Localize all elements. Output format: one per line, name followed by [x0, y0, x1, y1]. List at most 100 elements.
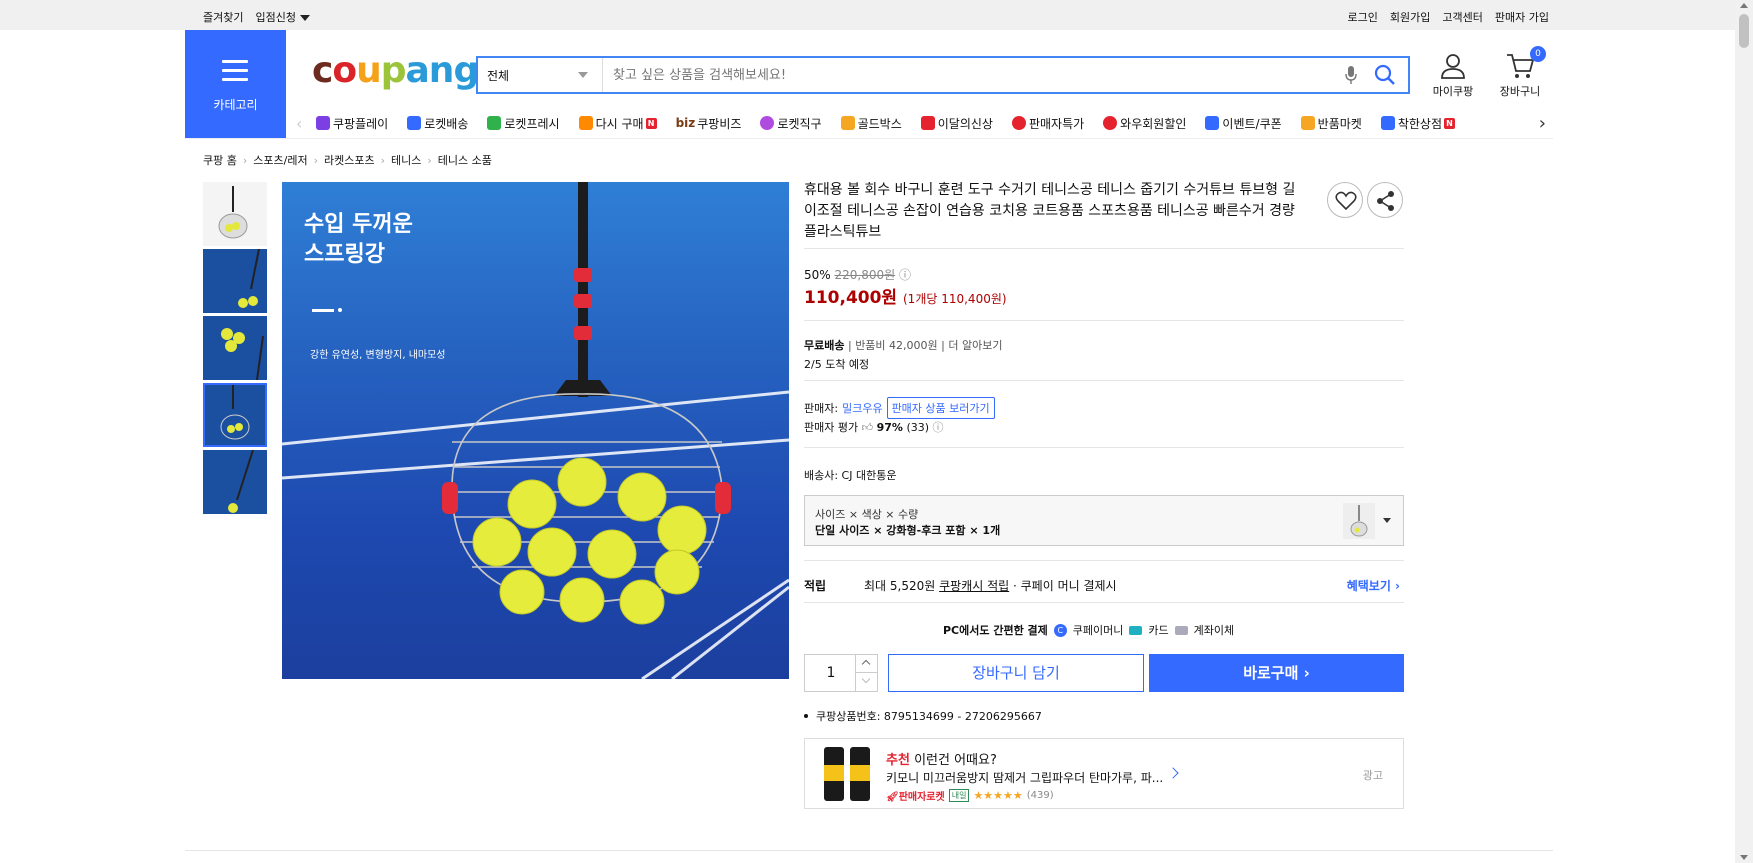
nav-item-good-store[interactable]: 착한상점 N: [1380, 115, 1456, 132]
info-icon[interactable]: ⓘ: [899, 268, 911, 282]
breadcrumb-item[interactable]: 스포츠/레저: [253, 152, 307, 168]
reward-row: 적립 최대 5,520원 쿠팡캐시 적립 · 쿠페이 머니 결제시 혜택보기 ›: [804, 577, 1404, 594]
nav-item-label: 쿠팡비즈: [697, 116, 742, 131]
nav-item-coupang-biz[interactable]: biz 쿠팡비즈: [676, 115, 742, 132]
nav-item-goldbox[interactable]: 골드박스: [840, 115, 902, 132]
play-icon: [316, 116, 330, 130]
option-label: 사이즈 × 색상 × 수량: [815, 508, 919, 521]
nav-item-coupang-play[interactable]: 쿠팡플레이: [316, 115, 388, 132]
basket-icon: [578, 116, 593, 130]
coupang-logo[interactable]: coupang: [312, 50, 479, 91]
breadcrumb-item[interactable]: 라켓스포츠: [324, 152, 375, 168]
product-thumbnail-selected[interactable]: [203, 383, 267, 447]
wishlist-button[interactable]: [1327, 182, 1363, 218]
option-thumbnail: [1343, 503, 1375, 539]
search-category-select[interactable]: 전체: [478, 58, 603, 92]
search-input[interactable]: [603, 58, 1344, 92]
add-to-cart-button[interactable]: 장바구니 담기: [888, 654, 1144, 692]
coupay-icon: C: [1053, 623, 1067, 637]
nav-item-rocket-delivery[interactable]: 로켓배송: [407, 115, 468, 132]
decor-dash: [312, 309, 334, 312]
customer-center-link[interactable]: 고객센터: [1442, 9, 1482, 25]
breadcrumb-item[interactable]: 테니스 소품: [438, 152, 492, 168]
benefits-link[interactable]: 혜택보기 ›: [1347, 577, 1400, 594]
arrival-date: 2/5 도착 예정: [804, 358, 870, 371]
top-utility-bar: 즐겨찾기 입점신청 로그인 회원가입 고객센터 판매자 가입: [0, 0, 1735, 30]
ad-product-name[interactable]: 키모니 미끄러움방지 땀제거 그립파우더 탄마가루, 파...: [886, 769, 1163, 786]
user-icon: [1441, 54, 1465, 79]
ad-tag: 광고: [1362, 769, 1383, 782]
product-thumbnail[interactable]: [203, 249, 267, 313]
coupang-cash-link[interactable]: 쿠팡캐시 적립: [939, 577, 1009, 594]
chevron-right-icon[interactable]: [1167, 767, 1179, 779]
nav-next-icon[interactable]: ›: [1539, 113, 1546, 134]
nav-item-events-coupons[interactable]: 이벤트/쿠폰: [1205, 115, 1282, 132]
category-menu-button[interactable]: 카테고리: [185, 30, 286, 138]
seller-name-link[interactable]: 밀크우유: [842, 400, 882, 416]
learn-more-link[interactable]: 더 알아보기: [948, 339, 1002, 352]
divider: [804, 447, 1404, 448]
free-shipping-label: 무료배송: [804, 339, 845, 352]
scroll-up-arrow-icon[interactable]: [1740, 3, 1748, 8]
nav-item-label: 와우회원할인: [1120, 116, 1187, 131]
bookmark-link[interactable]: 즐겨찾기: [203, 9, 243, 25]
microphone-icon[interactable]: [1344, 65, 1358, 85]
nav-item-label: 골드박스: [857, 116, 902, 131]
search-icon[interactable]: [1374, 64, 1396, 86]
nav-prev-icon[interactable]: ‹: [296, 114, 316, 133]
sale-price-row: 110,400원 (1개당 110,400원): [804, 283, 1007, 308]
scroll-down-arrow-icon[interactable]: [1740, 855, 1748, 860]
my-coupang-button[interactable]: 마이쿠팡: [1428, 52, 1478, 99]
quantity-input[interactable]: 1: [805, 655, 857, 691]
cart-button[interactable]: 장바구니 0: [1494, 46, 1546, 99]
nav-item-rocket-global[interactable]: 로켓직구: [760, 115, 822, 132]
new-badge: N: [1444, 117, 1456, 129]
shipping-info: 무료배송 | 반품비 42,000원 | 더 알아보기: [804, 339, 1003, 352]
page-scrollbar[interactable]: [1735, 0, 1753, 863]
thumbs-up-icon: 👍︎: [861, 421, 877, 434]
nav-item-label: 이벤트/쿠폰: [1222, 116, 1282, 131]
nav-item-return-market[interactable]: 반품마켓: [1300, 115, 1362, 132]
quantity-stepper: 1: [804, 654, 878, 692]
seller-apply-menu[interactable]: 입점신청: [255, 9, 310, 25]
info-icon[interactable]: ⓘ: [933, 421, 944, 434]
seller-label: 판매자:: [804, 402, 839, 415]
scrollbar-thumb[interactable]: [1739, 14, 1749, 48]
nav-item-new-this-month[interactable]: 이달의신상: [920, 115, 993, 132]
share-icon: [1377, 191, 1394, 211]
hamburger-icon: [222, 60, 248, 81]
nav-item-wow-discount[interactable]: 와우회원할인: [1103, 115, 1186, 132]
main-product-image[interactable]: 수입 두꺼운 스프링강 강한 유연성, 변형방지, 내마모성: [282, 182, 789, 679]
heart-icon: [1335, 191, 1357, 211]
breadcrumb-item[interactable]: 쿠팡 홈: [203, 152, 237, 168]
rocket-fresh-icon: [487, 116, 502, 130]
nav-item-rocket-fresh[interactable]: 로켓프레시: [487, 115, 560, 132]
seller-signup-link[interactable]: 판매자 가입: [1495, 9, 1549, 25]
pay-bank: 계좌이체: [1193, 624, 1235, 637]
decor-dot: [338, 308, 342, 312]
seller-products-button[interactable]: 판매자 상품 보러가기: [886, 397, 995, 419]
breadcrumb-item[interactable]: 테니스: [391, 152, 421, 168]
header-divider: [185, 138, 1553, 139]
product-thumbnail[interactable]: [203, 316, 267, 380]
login-link[interactable]: 로그인: [1348, 9, 1378, 25]
signup-link[interactable]: 회원가입: [1390, 9, 1430, 25]
product-thumbnail[interactable]: [203, 182, 267, 246]
dropdown-arrow-icon: [1383, 518, 1391, 523]
nav-item-label: 다시 구매: [595, 116, 644, 131]
ad-heading-text: 이런건 어때요?: [914, 753, 997, 768]
dropdown-arrow-icon: [578, 72, 588, 78]
nav-item-seller-special[interactable]: 판매자특가: [1011, 115, 1084, 132]
option-selector[interactable]: 사이즈 × 색상 × 수량 단일 사이즈 × 강화형-후크 포함 × 1개: [804, 495, 1404, 546]
image-headline-line2: 스프링강: [304, 242, 385, 267]
seller-rating-count: (33): [906, 421, 930, 434]
discount-rate: 50%: [804, 268, 831, 282]
product-thumbnail[interactable]: [203, 450, 267, 514]
nav-item-rebuy[interactable]: 다시 구매 N: [578, 115, 657, 132]
reward-amount: 최대 5,520원: [864, 579, 936, 593]
recommended-ad-card[interactable]: 추천 이런건 어때요? 키모니 미끄러움방지 땀제거 그립파우더 탄마가루, 파…: [804, 738, 1404, 809]
quantity-decrease-button[interactable]: [855, 673, 877, 691]
buy-now-button[interactable]: 바로구매 ›: [1149, 654, 1404, 692]
share-button[interactable]: [1367, 182, 1403, 218]
quantity-increase-button[interactable]: [855, 655, 877, 673]
